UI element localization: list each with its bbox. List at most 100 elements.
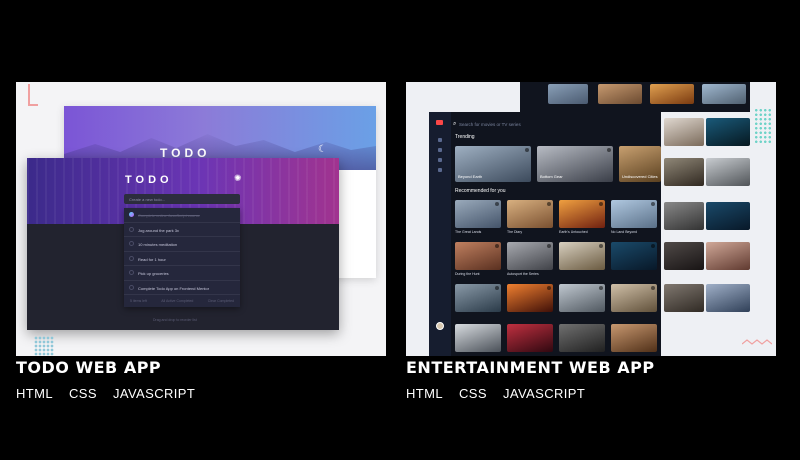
thumbnail	[706, 202, 750, 230]
home-icon	[438, 138, 442, 142]
bookmark-icon	[651, 286, 655, 290]
trending-title: Beyond Earth	[458, 174, 483, 179]
todo-item-text: 10 minutes meditation	[138, 242, 178, 247]
decor-zigzag	[742, 339, 772, 345]
tag-javascript: JAVASCRIPT	[112, 386, 196, 401]
thumbnail	[706, 284, 750, 312]
todo-hint: Drag and drop to reorder list	[153, 318, 197, 322]
todo-item: Jog around the park 3x	[124, 223, 240, 237]
ent-app-mockup: ⌕ Search for movies or TV series Trendin…	[429, 112, 661, 356]
recommended-tile	[611, 284, 657, 312]
bookmark-icon	[651, 244, 655, 248]
bookmark-icon	[495, 202, 499, 206]
bookmark-icon	[607, 148, 611, 152]
circle-icon	[129, 284, 134, 290]
recommended-tile	[559, 200, 605, 228]
entertainment-project-preview[interactable]: ⌕ Search for movies or TV series Trendin…	[406, 82, 776, 356]
todo-item: Complete online JavaScript course	[124, 208, 240, 223]
sun-icon: ✺	[234, 173, 242, 183]
recommended-tile	[559, 242, 605, 270]
trending-tile: Bottom Gear	[537, 146, 613, 182]
recommended-title: The Diary	[507, 230, 523, 234]
todo-footer: 5 items left All Active Completed Clear …	[124, 295, 240, 307]
tag-css: CSS	[69, 386, 97, 401]
check-icon	[129, 212, 134, 217]
thumbnail	[650, 84, 694, 104]
bookmark-icon	[547, 244, 551, 248]
thumbnail	[664, 202, 704, 230]
todo-item-text: Read for 1 hour	[138, 256, 166, 262]
bookmark-icon	[599, 202, 603, 206]
recommended-tile	[559, 324, 605, 352]
todo-item: Complete Todo App on Frontend Mentor	[124, 281, 240, 295]
entertainment-project-title[interactable]: ENTERTAINMENT WEB APP	[406, 358, 655, 377]
filter-tabs: All Active Completed	[161, 299, 194, 303]
decor-dots	[754, 108, 772, 144]
recommended-tile	[559, 284, 605, 312]
ent-sidebar	[429, 112, 451, 356]
decor-dots	[34, 336, 54, 356]
movies-icon	[438, 148, 442, 152]
thumbnail	[664, 284, 704, 312]
todo-item-text: Complete online JavaScript course	[138, 213, 200, 218]
tag-javascript: JAVASCRIPT	[502, 386, 586, 401]
recommended-tile	[611, 200, 657, 228]
tag-html: HTML	[16, 386, 53, 401]
thumbnail	[706, 242, 750, 270]
recommended-tile	[507, 324, 553, 352]
tv-icon	[438, 158, 442, 162]
recommended-title: During the Hunt	[455, 272, 480, 276]
todo-dark-mockup: TODO ✺ Create a new todo... Complete onl…	[27, 158, 339, 330]
circle-icon	[129, 226, 134, 232]
logo-icon	[436, 120, 443, 125]
recommended-tile	[455, 242, 501, 270]
tag-css: CSS	[459, 386, 487, 401]
todo-item: Pick up groceries	[124, 266, 240, 281]
recommended-tile	[507, 242, 553, 270]
recommended-tile	[611, 242, 657, 270]
thumbnail	[548, 84, 588, 104]
recommended-tile	[455, 324, 501, 352]
bookmark-icon	[438, 168, 442, 172]
bookmark-icon	[547, 286, 551, 290]
trending-tile: Undiscovered Cities	[619, 146, 661, 182]
tag-html: HTML	[406, 386, 443, 401]
ent-search-input: Search for movies or TV series	[459, 122, 521, 127]
recommended-tile	[507, 200, 553, 228]
avatar	[436, 322, 444, 330]
search-icon: ⌕	[453, 121, 457, 127]
thumbnail	[664, 242, 704, 270]
moon-icon: ☾	[318, 144, 327, 155]
recommended-heading: Recommended for you	[455, 188, 506, 194]
trending-title: Bottom Gear	[540, 174, 563, 179]
items-left: 5 items left	[130, 299, 147, 303]
recommended-tile	[611, 324, 657, 352]
recommended-title: Autosport the Series	[507, 272, 539, 276]
bookmark-icon	[599, 286, 603, 290]
todo-item: 10 minutes meditation	[124, 237, 240, 252]
thumbnail	[664, 158, 704, 186]
ent-top-strip	[520, 82, 750, 112]
circle-icon	[129, 270, 134, 275]
bookmark-icon	[547, 202, 551, 206]
bookmark-icon	[495, 244, 499, 248]
circle-icon	[129, 255, 134, 261]
recommended-tile	[455, 284, 501, 312]
todo-list: Complete online JavaScript course Jog ar…	[124, 208, 240, 307]
bookmark-icon	[525, 148, 529, 152]
todo-item-text: Jog around the park 3x	[138, 227, 179, 233]
recommended-tile	[455, 200, 501, 228]
todo-project-title[interactable]: TODO WEB APP	[16, 358, 161, 377]
todo-project-preview[interactable]: TODO ☾ Create a new todo... TODO ✺ Creat…	[16, 82, 386, 356]
clear-completed: Clear Completed	[207, 299, 234, 303]
bookmark-icon	[599, 244, 603, 248]
thumbnail	[702, 84, 746, 104]
trending-title: Undiscovered Cities	[622, 174, 658, 179]
trending-heading: Trending	[455, 134, 475, 140]
todo-item: Read for 1 hour	[124, 252, 240, 266]
thumbnail	[706, 158, 750, 186]
recommended-title: The Great Lands	[455, 230, 482, 234]
bookmark-icon	[651, 202, 655, 206]
todo-dark-title: TODO	[125, 174, 173, 186]
todo-project-tags: HTML CSS JAVASCRIPT	[16, 386, 195, 401]
